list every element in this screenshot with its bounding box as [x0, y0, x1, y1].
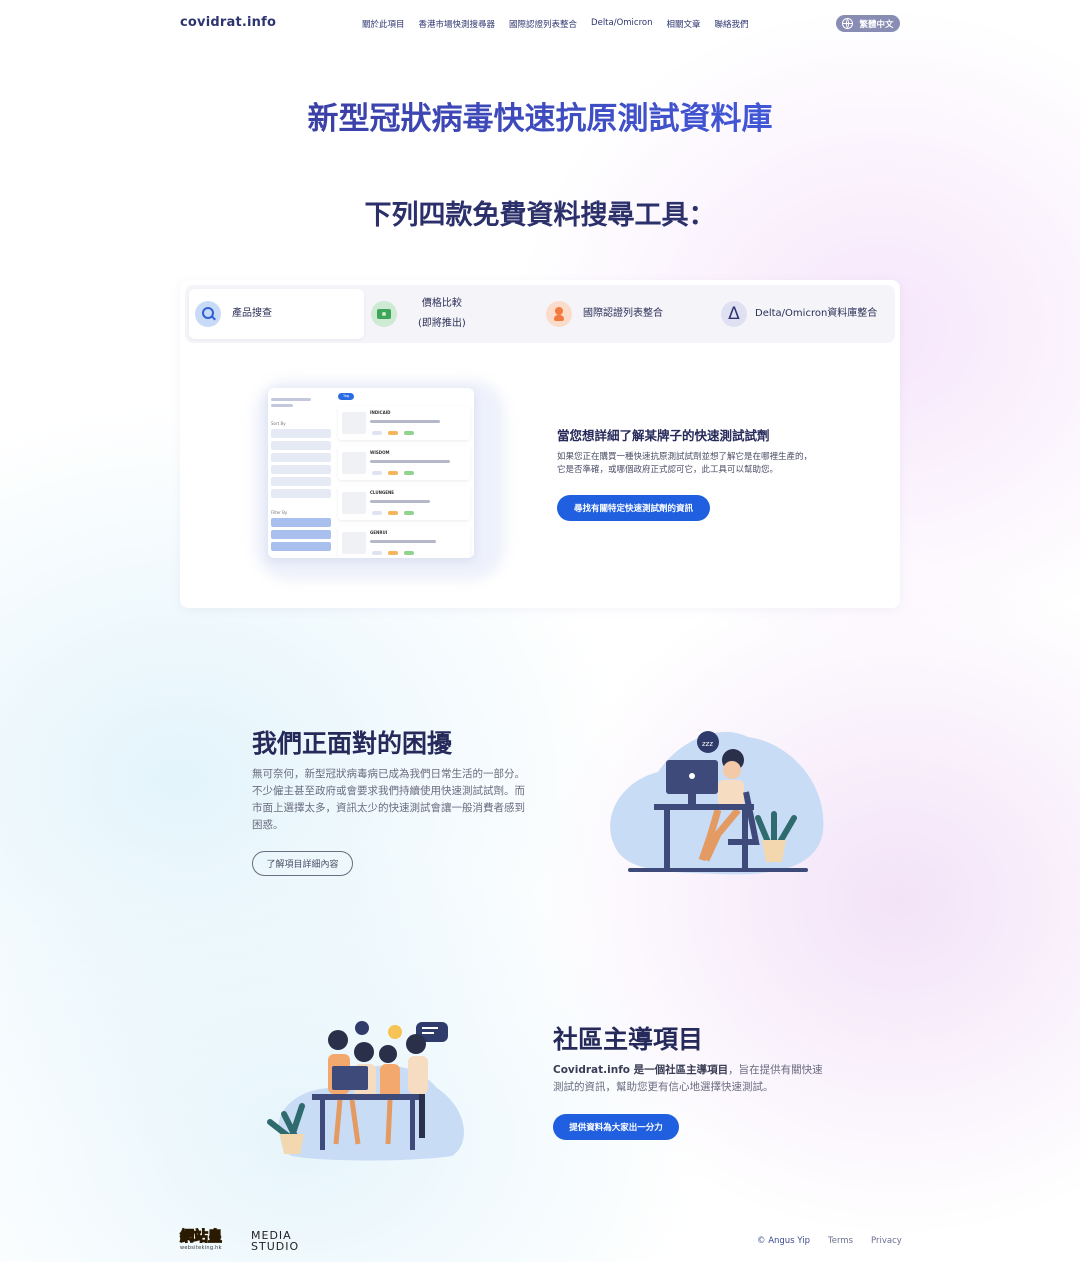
tab-delta-omicron[interactable]: Δ Delta/Omicron資料庫整合 [715, 289, 893, 339]
main-nav: 關於此項目 香港市場快測搜尋器 國際認證列表整合 Delta/Omicron 相… [362, 18, 749, 30]
footer-privacy-link[interactable]: Privacy [871, 1236, 902, 1246]
nav-item-articles[interactable]: 相關文章 [667, 18, 701, 30]
websiteking-logo[interactable]: 網站皇 websiteking.hk [179, 1228, 234, 1253]
nav-item-delta-omicron[interactable]: Delta/Omicron [591, 18, 652, 30]
language-switch-button[interactable]: 繁體中文 [836, 15, 900, 32]
mockup-filter-label: Filter By [271, 510, 288, 515]
mockup-row: CLUNGENE [338, 486, 470, 520]
tools-tabs: 產品搜查 價格比較 (即將推出) 國際認證列表整合 Δ Delta/Omicro… [185, 285, 895, 343]
mockup-row: GENRUI [338, 526, 470, 558]
tab-note: (即將推出) [418, 318, 466, 329]
footer-credit-link[interactable]: © Angus Yip [757, 1236, 810, 1246]
find-test-info-button[interactable]: 尋找有關特定快速測試劑的資訊 [557, 495, 710, 521]
product-search-mockup: Sort By Filter By Tag INDICAID WISDOM CL… [268, 388, 474, 558]
nav-item-intl-cert[interactable]: 國際認證列表整合 [509, 18, 577, 30]
mockup-sidebar: Sort By Filter By [271, 392, 331, 554]
svg-text:zzz: zzz [702, 740, 713, 748]
community-description-bold: Covidrat.info 是一個社區主導項目 [553, 1064, 729, 1076]
nav-item-contact[interactable]: 聯絡我們 [715, 18, 749, 30]
contribute-button[interactable]: 提供資料為大家出一分力 [553, 1114, 679, 1140]
language-label: 繁體中文 [859, 19, 894, 30]
websiteking-logo-sub: websiteking.hk [180, 1245, 222, 1251]
mockup-chip: Tag [338, 393, 354, 400]
tab-label: 產品搜查 [232, 308, 272, 319]
hero-subtitle: 下列四款免費資料搜尋工具： [364, 200, 716, 231]
tab-price-compare[interactable]: 價格比較 (即將推出) [365, 289, 540, 339]
mockup-row: INDICAID [338, 406, 470, 440]
tab-label: 價格比較 [421, 298, 462, 309]
tab-intl-cert[interactable]: 國際認證列表整合 [540, 289, 715, 339]
site-logo[interactable]: covidrat.info [180, 15, 276, 30]
footer-terms-link[interactable]: Terms [828, 1236, 853, 1246]
footer-links: © Angus Yip Terms Privacy [757, 1236, 902, 1246]
search-icon [195, 301, 221, 327]
worried-person-illustration: zzz [610, 731, 824, 875]
problem-description: 無可奈何，新型冠狀病毒病已成為我們日常生活的一部分。不少僱主甚至政府或會要求我們… [252, 768, 525, 831]
learn-more-button[interactable]: 了解項目詳細內容 [252, 851, 353, 876]
media-studio-logo[interactable]: MEDIA STUDIO [251, 1230, 299, 1252]
nav-item-hk-search[interactable]: 香港市場快測搜尋器 [419, 18, 496, 30]
feature-description: 如果您正在購買一種快速抗原測試試劑並想了解它是在哪裡生產的，它是否準確，或哪個政… [557, 452, 813, 475]
hero-title: 新型冠狀病毒快速抗原測試資料庫 [300, 100, 780, 138]
tab-product-search[interactable]: 產品搜查 [189, 289, 364, 339]
nav-item-about[interactable]: 關於此項目 [362, 18, 405, 30]
community-description: Covidrat.info 是一個社區主導項目，旨在提供有關快速測試的資訊，幫助… [553, 1062, 829, 1096]
problem-title: 我們正面對的困擾 [252, 729, 453, 758]
globe-icon [842, 18, 854, 29]
tab-label: Delta/Omicron資料庫整合 [755, 308, 878, 319]
delta-icon: Δ [721, 301, 747, 327]
community-title: 社區主導項目 [553, 1025, 704, 1054]
websiteking-logo-text: 網站皇 [179, 1228, 222, 1245]
team-illustration [267, 1021, 464, 1161]
media-studio-line2: STUDIO [251, 1240, 300, 1253]
mockup-sort-label: Sort By [271, 421, 286, 426]
feature-title: 當您想詳細了解某牌子的快速測試試劑 [557, 428, 770, 443]
certificate-icon [546, 301, 572, 327]
tab-label: 國際認證列表整合 [583, 308, 663, 319]
mockup-row: WISDOM [338, 446, 470, 480]
money-icon [371, 301, 397, 327]
